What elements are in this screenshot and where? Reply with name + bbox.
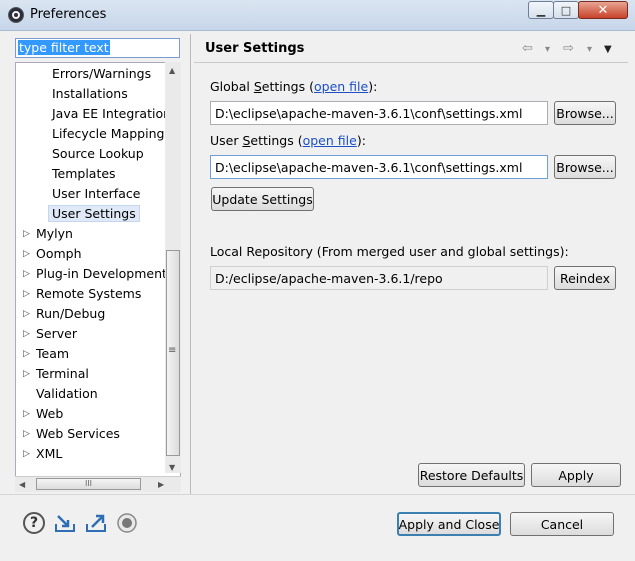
tree-item-mylyn[interactable]: Mylyn bbox=[36, 226, 73, 241]
footer-divider bbox=[0, 494, 635, 495]
back-dropdown-icon[interactable]: ▾ bbox=[545, 44, 550, 55]
tree-item-user-settings[interactable]: User Settings bbox=[48, 205, 140, 222]
forward-dropdown-icon[interactable]: ▾ bbox=[587, 44, 592, 55]
tree-item-java-ee-integration[interactable]: Java EE Integration bbox=[52, 106, 171, 121]
header-divider bbox=[194, 62, 628, 63]
tree-item-run-debug[interactable]: Run/Debug bbox=[36, 306, 105, 321]
tree-item-terminal[interactable]: Terminal bbox=[36, 366, 89, 381]
tree-item-plug-in-development[interactable]: Plug-in Development bbox=[36, 266, 167, 281]
horizontal-scroll-thumb[interactable]: III bbox=[36, 478, 141, 490]
scroll-right-icon[interactable]: ▶ bbox=[158, 480, 164, 489]
import-icon[interactable] bbox=[54, 512, 76, 534]
tree-item-team[interactable]: Team bbox=[36, 346, 69, 361]
expand-arrow-icon[interactable]: ▷ bbox=[23, 449, 30, 459]
panel-splitter[interactable] bbox=[190, 34, 191, 494]
user-browse-button[interactable]: Browse... bbox=[554, 155, 616, 179]
view-menu-icon[interactable]: ▼ bbox=[604, 44, 612, 55]
tree-item-installations[interactable]: Installations bbox=[52, 86, 128, 101]
tree-item-templates[interactable]: Templates bbox=[52, 166, 116, 181]
expand-arrow-icon[interactable]: ▷ bbox=[23, 409, 30, 419]
grip-icon: ≡ bbox=[168, 345, 177, 356]
expand-arrow-icon[interactable]: ▷ bbox=[23, 269, 30, 279]
global-browse-button[interactable]: Browse... bbox=[554, 101, 616, 125]
restore-defaults-button[interactable]: Restore Defaults bbox=[418, 463, 525, 487]
tree-item-errors-warnings[interactable]: Errors/Warnings bbox=[52, 66, 151, 81]
global-settings-label: Global Settings (open file): bbox=[210, 79, 378, 94]
forward-arrow-icon[interactable]: ⇨ bbox=[563, 41, 574, 56]
tree-item-server[interactable]: Server bbox=[36, 326, 77, 341]
reindex-button[interactable]: Reindex bbox=[554, 266, 616, 290]
update-settings-button[interactable]: Update Settings bbox=[211, 187, 314, 211]
local-repository-label: Local Repository (From merged user and g… bbox=[210, 244, 569, 259]
user-open-file-link[interactable]: open file bbox=[303, 133, 357, 148]
expand-arrow-icon[interactable]: ▷ bbox=[23, 309, 30, 319]
help-icon[interactable]: ? bbox=[23, 512, 45, 534]
minimize-button[interactable]: ▁ bbox=[528, 1, 554, 19]
expand-arrow-icon[interactable]: ▷ bbox=[23, 289, 30, 299]
page-title: User Settings bbox=[205, 41, 305, 56]
filter-text: type filter text bbox=[18, 40, 110, 55]
filter-input[interactable]: type filter text bbox=[15, 38, 180, 58]
record-icon[interactable] bbox=[116, 512, 138, 534]
local-repository-field: D:/eclipse/apache-maven-3.6.1/repo bbox=[210, 266, 548, 290]
export-icon[interactable] bbox=[85, 512, 107, 534]
expand-arrow-icon[interactable]: ▷ bbox=[23, 329, 30, 339]
global-open-file-link[interactable]: open file bbox=[314, 79, 368, 94]
close-button[interactable]: ✕ bbox=[578, 1, 628, 19]
back-arrow-icon[interactable]: ⇦ bbox=[522, 41, 533, 56]
maximize-button[interactable]: □ bbox=[553, 1, 579, 19]
user-settings-label: User Settings (open file): bbox=[210, 133, 366, 148]
tree-item-lifecycle-mappings[interactable]: Lifecycle Mappings bbox=[52, 126, 171, 141]
expand-arrow-icon[interactable]: ▷ bbox=[23, 229, 30, 239]
expand-arrow-icon[interactable]: ▷ bbox=[23, 349, 30, 359]
cancel-button[interactable]: Cancel bbox=[510, 512, 614, 536]
preferences-tree[interactable]: Errors/Warnings Installations Java EE In… bbox=[15, 62, 181, 490]
tree-item-oomph[interactable]: Oomph bbox=[36, 246, 82, 261]
tree-item-source-lookup[interactable]: Source Lookup bbox=[52, 146, 144, 161]
global-settings-field[interactable]: D:\eclipse\apache-maven-3.6.1\conf\setti… bbox=[210, 101, 548, 125]
tree-item-remote-systems[interactable]: Remote Systems bbox=[36, 286, 141, 301]
tree-item-user-interface[interactable]: User Interface bbox=[52, 186, 140, 201]
user-settings-field[interactable]: D:\eclipse\apache-maven-3.6.1\conf\setti… bbox=[210, 155, 548, 179]
eclipse-icon bbox=[8, 7, 24, 23]
window-title: Preferences bbox=[30, 7, 107, 22]
tree-item-validation[interactable]: Validation bbox=[36, 386, 98, 401]
scroll-left-icon[interactable]: ◀ bbox=[19, 480, 25, 489]
apply-button[interactable]: Apply bbox=[531, 463, 621, 487]
tree-item-web[interactable]: Web bbox=[36, 406, 63, 421]
tree-item-web-services[interactable]: Web Services bbox=[36, 426, 120, 441]
tree-item-xml[interactable]: XML bbox=[36, 446, 62, 461]
expand-arrow-icon[interactable]: ▷ bbox=[23, 369, 30, 379]
apply-and-close-button[interactable]: Apply and Close bbox=[397, 512, 501, 536]
scroll-down-icon[interactable]: ▼ bbox=[169, 463, 175, 472]
expand-arrow-icon[interactable]: ▷ bbox=[23, 429, 30, 439]
expand-arrow-icon[interactable]: ▷ bbox=[23, 249, 30, 259]
scroll-up-icon[interactable]: ▲ bbox=[169, 66, 175, 75]
